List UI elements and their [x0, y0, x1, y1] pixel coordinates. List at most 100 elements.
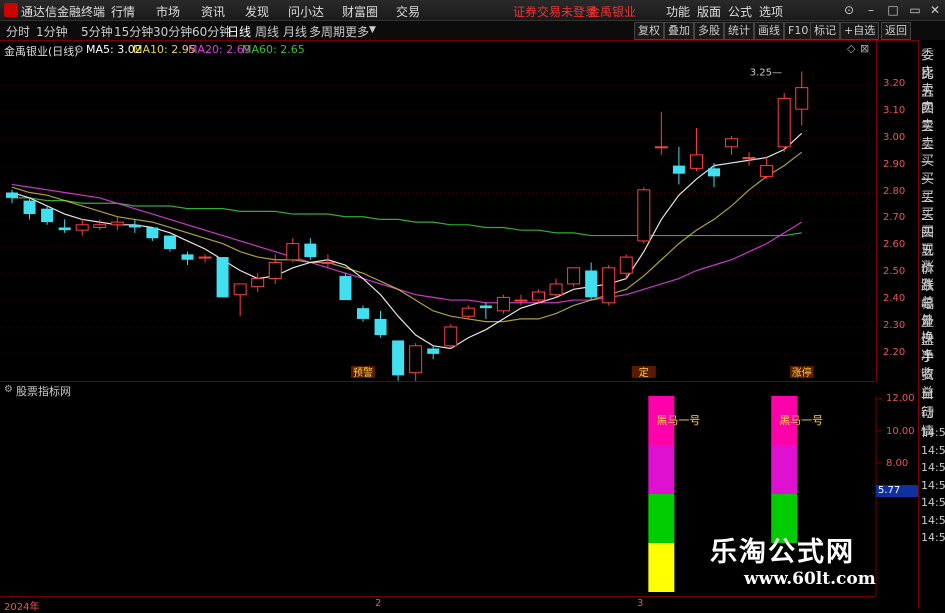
tab-30min[interactable]: 30分钟 [153, 23, 192, 40]
price-tick: 3.00 [883, 131, 906, 143]
candle-body-down [128, 224, 141, 228]
candle-body-up [75, 224, 89, 231]
period-toolbar: 分时 1分钟 5分钟 15分钟 30分钟 60分钟 日线 周线 月线 多周期 更… [0, 21, 945, 41]
tab-intraday[interactable]: 分时 [6, 23, 30, 40]
candle-body-down [304, 243, 317, 258]
candle-body-up [549, 283, 563, 296]
candle-body-up [637, 189, 651, 242]
back-button[interactable]: 返回 [881, 22, 911, 40]
app-logo-icon [4, 3, 18, 17]
mark-button[interactable]: 标记 [810, 22, 840, 40]
tab-weekly[interactable]: 周线 [255, 23, 279, 40]
signal-bar-segment [648, 543, 675, 592]
price-tick: 3.10 [883, 104, 906, 116]
signal-mark: 预警 [353, 366, 373, 379]
candle-body-down [392, 340, 405, 376]
minimize-icon[interactable]: – [862, 2, 880, 18]
date-axis-label: 3 [637, 598, 644, 609]
tab-multi-period[interactable]: 多周期 [309, 23, 345, 40]
maximize-icon[interactable]: □ [884, 2, 902, 18]
candle-body-up [760, 165, 774, 177]
candle-body-up [532, 291, 545, 301]
price-tick: 2.50 [883, 266, 906, 278]
restore-icon[interactable]: ▭ [906, 2, 924, 18]
menu-item-function[interactable]: 功能 [666, 3, 690, 20]
tab-15min[interactable]: 15分钟 [114, 23, 153, 40]
candle-body-down [672, 165, 685, 174]
candle-body-up [795, 87, 809, 110]
candle-body-down [374, 318, 387, 336]
tab-more[interactable]: 更多 [345, 23, 369, 40]
indicator-tick: 8.00 [886, 458, 909, 469]
price-axis: 3.20 3.10 3.00 2.90 2.80 2.70 2.60 2.50 2.40 2.30… [876, 40, 919, 381]
app-title: 通达信金融终端 [21, 5, 106, 19]
add-favorite-button[interactable]: +自选 [840, 22, 880, 40]
kline-chart[interactable]: 3.25—↖2.05预警定涨停 [0, 40, 876, 381]
signal-bar-segment [648, 494, 675, 543]
signal-bar-segment [648, 445, 675, 494]
indicator-settings-icon[interactable]: ⚙ [4, 384, 13, 395]
candle-body-down [41, 208, 54, 223]
overlay-button[interactable]: 叠加 [664, 22, 694, 40]
menu-item-options[interactable]: 选项 [759, 3, 783, 20]
f10-button[interactable]: F10 [784, 22, 813, 40]
tab-daily[interactable]: 日线 [227, 23, 251, 40]
side-panel-item[interactable]: 14:50 [921, 476, 945, 495]
signal-bar-label: 黑马一号 [656, 414, 700, 427]
candle-body-up [321, 261, 335, 264]
candle-body-up [742, 157, 756, 160]
price-tick: 2.30 [883, 319, 906, 331]
side-panel-item[interactable]: 14:50 [921, 511, 945, 530]
draw-line-button[interactable]: 画线 [754, 22, 784, 40]
price-tick: 3.20 [883, 77, 906, 89]
indicator-value-badge: 5.77 [876, 485, 918, 497]
menu-item-formula[interactable]: 公式 [728, 3, 752, 20]
multi-stock-button[interactable]: 多股 [694, 22, 724, 40]
candle-body-up [654, 146, 668, 149]
menu-item-trade[interactable]: 交易 [396, 3, 420, 20]
candle-body-up [268, 261, 282, 280]
candle-body-down [339, 275, 352, 301]
candle-body-down [58, 227, 71, 231]
candle-body-up [409, 345, 423, 374]
candle-body-up [496, 296, 510, 312]
chevron-down-icon[interactable]: ▼ [369, 25, 376, 35]
tab-60min[interactable]: 60分钟 [192, 23, 231, 40]
indicator-tick: 12.00 [886, 393, 915, 404]
candle-body-down [163, 235, 176, 249]
signal-mark: 定 [639, 366, 649, 379]
tab-1min[interactable]: 1分钟 [36, 23, 68, 40]
tab-monthly[interactable]: 月线 [283, 23, 307, 40]
close-icon[interactable]: ✕ [926, 2, 944, 18]
menu-item-ask[interactable]: 问小达 [288, 3, 324, 20]
candle-body-up [725, 138, 739, 148]
candle-body-up [567, 267, 581, 285]
statistics-button[interactable]: 统计 [724, 22, 754, 40]
menu-item-wealth[interactable]: 财富圈 [342, 3, 378, 20]
candle-body-up [514, 299, 528, 302]
menu-item-news[interactable]: 资讯 [201, 3, 225, 20]
stock-name-top: 金禹银业 [588, 5, 637, 19]
candle-body-up [286, 243, 300, 261]
ma60-line [12, 197, 802, 237]
menu-item-market[interactable]: 市场 [156, 3, 180, 20]
watermark: 乐淘公式网 www.60lt.com [710, 530, 910, 605]
menu-item-layout[interactable]: 版面 [697, 3, 721, 20]
side-panel-item[interactable]: 14:50 [921, 458, 945, 477]
side-panel-item[interactable]: 14:50 [921, 441, 945, 460]
candle-body-down [6, 192, 18, 198]
side-panel-item[interactable]: 14:50 [921, 528, 945, 547]
candle-body-down [708, 168, 720, 177]
candle-body-up [689, 154, 703, 169]
menu-item-discover[interactable]: 发现 [245, 3, 269, 20]
candle-body-down [479, 305, 492, 309]
date-axis-label: 2024年 [4, 602, 40, 613]
menu-item-quotes[interactable]: 行情 [111, 3, 135, 20]
candle-body-up [777, 97, 791, 148]
side-panel-item[interactable]: 14:50 [921, 493, 945, 512]
user-icon[interactable]: ⊙ [840, 2, 858, 18]
login-notice[interactable]: 证券交易未登录 [513, 3, 597, 20]
adjust-button[interactable]: 复权 [634, 22, 664, 40]
side-panel-item[interactable]: 14:50 [921, 423, 945, 442]
tab-5min[interactable]: 5分钟 [81, 23, 113, 40]
